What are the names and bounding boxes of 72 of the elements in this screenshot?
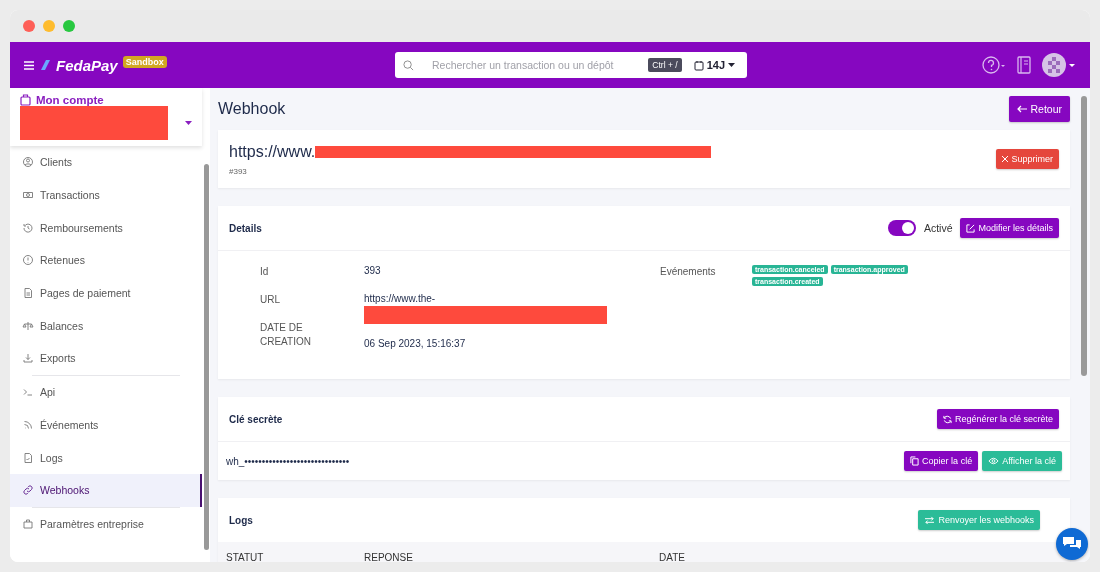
- caret-icon: [728, 63, 735, 67]
- webhook-url: https://www.: [229, 142, 316, 161]
- menu-icon[interactable]: [24, 60, 34, 70]
- sidebar-item[interactable]: Événements: [10, 408, 202, 442]
- document-icon: [22, 451, 34, 464]
- account-card[interactable]: Mon compte: [10, 88, 202, 146]
- sandbox-badge: Sandbox: [122, 56, 167, 68]
- section-title: Clé secrète: [229, 413, 283, 425]
- book-icon[interactable]: [1016, 56, 1032, 74]
- logo-icon: [39, 59, 51, 71]
- column-header: STATUT: [226, 552, 265, 562]
- window-close-button[interactable]: [23, 20, 35, 32]
- scale-icon: [22, 319, 34, 332]
- document-icon: [22, 287, 34, 300]
- sidebar-item[interactable]: Exports: [10, 342, 202, 375]
- alert-icon: [22, 254, 34, 267]
- search-field[interactable]: Rechercher un transaction ou un dépôt Ctrl + / 14J: [395, 52, 747, 78]
- edit-icon: [966, 223, 976, 233]
- delete-button[interactable]: Supprimer: [996, 149, 1059, 169]
- calendar-icon: [693, 59, 704, 71]
- sidebar-item[interactable]: Balances: [10, 309, 202, 343]
- column-header: REPONSE: [364, 552, 414, 562]
- sidebar-item[interactable]: Webhooks: [10, 473, 202, 507]
- section-title: Logs: [229, 514, 253, 526]
- chat-icon: [1062, 536, 1082, 552]
- help-icon[interactable]: [982, 56, 1006, 74]
- section-title: Details: [229, 222, 262, 234]
- sidebar-item[interactable]: Clients: [10, 146, 202, 179]
- shortcut-badge: Ctrl + /: [648, 58, 682, 72]
- terminal-icon: [22, 386, 34, 399]
- regenerate-button[interactable]: Regénérer la clé secrète: [936, 409, 1059, 429]
- secret-key: wh_••••••••••••••••••••••••••••••: [226, 455, 350, 467]
- swap-arrows-icon: [924, 515, 936, 525]
- column-header: DATE: [659, 552, 685, 562]
- account-title: Mon compte: [36, 94, 104, 106]
- back-button[interactable]: Retour: [1009, 96, 1070, 122]
- feed-icon: [22, 418, 34, 431]
- search-icon: [403, 59, 414, 71]
- edit-button[interactable]: Modifier les détails: [960, 218, 1059, 238]
- field-label: Evénements: [660, 265, 717, 279]
- download-icon: [22, 352, 34, 365]
- refund-icon: [22, 221, 34, 234]
- sidebar-item[interactable]: Logs: [10, 441, 202, 474]
- field-label: Id: [260, 265, 270, 279]
- brand-name[interactable]: FedaPay: [56, 56, 118, 74]
- chat-button[interactable]: [1056, 528, 1088, 560]
- user-icon: [22, 156, 34, 169]
- copy-button[interactable]: Copier la clé: [904, 451, 979, 471]
- page-title: Webhook: [218, 100, 286, 118]
- eye-icon: [988, 457, 1000, 465]
- field-value: https://www.the-: [364, 293, 437, 304]
- avatar-icon[interactable]: [1042, 53, 1076, 77]
- sidebar-item[interactable]: Pages de paiement: [10, 276, 202, 310]
- toggle-label: Activé: [923, 222, 953, 234]
- field-value: 06 Sep 2023, 15:16:37: [364, 338, 467, 349]
- sidebar-item[interactable]: Remboursements: [10, 211, 202, 245]
- arrow-left-icon: [1017, 105, 1028, 113]
- field-label: URL: [260, 293, 281, 307]
- refresh-icon: [942, 414, 952, 424]
- active-toggle[interactable]: [887, 220, 916, 236]
- copy-icon: [910, 456, 920, 466]
- field-label: DATE DE CREATION: [260, 321, 312, 349]
- sidebar-item[interactable]: Retenues: [10, 244, 202, 277]
- bag-icon: [20, 94, 31, 106]
- link-icon: [22, 484, 34, 497]
- close-icon: [1002, 156, 1009, 162]
- sidebar-item[interactable]: Paramètres entreprise: [10, 507, 202, 541]
- sidebar-item[interactable]: Api: [10, 375, 202, 409]
- caret-icon[interactable]: [185, 121, 192, 125]
- briefcase-icon: [22, 517, 34, 530]
- webhook-number: #393: [229, 166, 248, 176]
- sidebar-item[interactable]: Transactions: [10, 178, 202, 212]
